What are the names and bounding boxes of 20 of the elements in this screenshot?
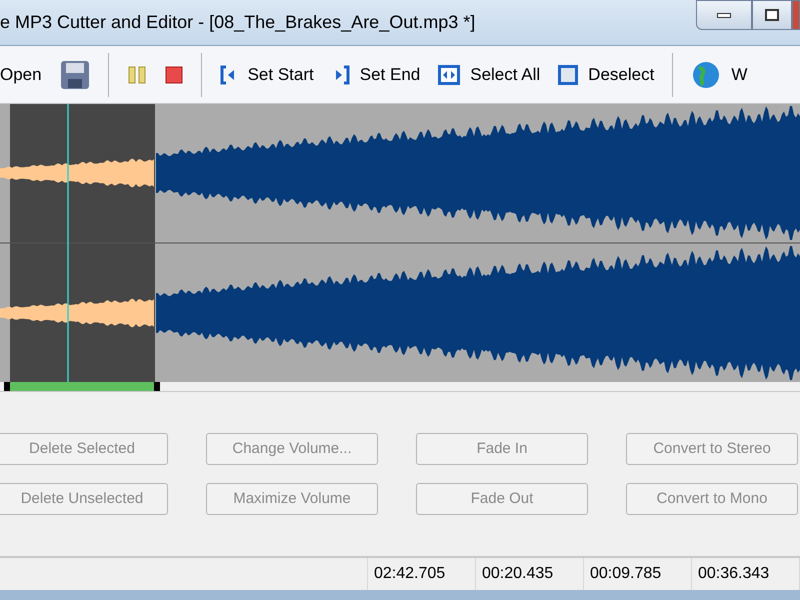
status-time: 02:42.705 — [374, 564, 446, 584]
globe-icon — [691, 60, 722, 90]
status-time: 00:36.343 — [698, 564, 770, 584]
window-title: e MP3 Cutter and Editor - [08_The_Brakes_Are_Out.mp3 *] — [0, 11, 476, 34]
toolbar-button[interactable]: W — [691, 60, 748, 90]
selection-range-bar[interactable] — [4, 382, 160, 391]
toolbar-button[interactable]: Set End — [332, 62, 420, 88]
toolbar-button[interactable]: Open — [0, 62, 42, 88]
restore-button[interactable] — [752, 0, 792, 30]
toolbar-button[interactable]: Set Start — [220, 62, 314, 88]
minimize-button[interactable] — [696, 0, 752, 30]
stop-icon[interactable] — [164, 66, 183, 84]
waveform-view[interactable] — [0, 104, 800, 382]
deselect-icon — [558, 64, 578, 84]
toolbar-button[interactable]: Deselect — [558, 62, 654, 88]
status-time: 00:20.435 — [482, 564, 554, 584]
select-all-icon — [438, 64, 460, 84]
pause-icon[interactable] — [126, 64, 147, 84]
status-time: 00:09.785 — [590, 564, 662, 584]
toolbar-button[interactable]: Select All — [438, 62, 540, 88]
